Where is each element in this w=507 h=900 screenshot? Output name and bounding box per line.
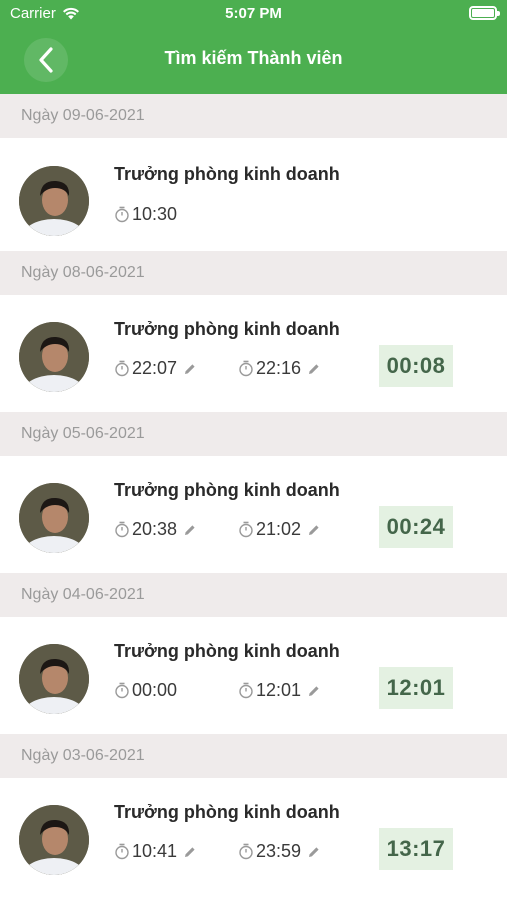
check-out-time: 12:01 (256, 680, 302, 700)
duration-badge: 13:17 (379, 828, 453, 870)
list-item[interactable]: Trưởng phòng kinh doanh 10:41 23:59 13:1… (0, 778, 507, 895)
page-title: Tìm kiếm Thành viên (164, 48, 343, 68)
status-bar: Carrier 5:07 PM (0, 0, 507, 28)
check-in-time: 00:00 (132, 680, 178, 700)
list-item[interactable]: Trưởng phòng kinh doanh 22:07 22:16 00:0… (0, 295, 507, 412)
pencil-icon[interactable] (308, 685, 320, 697)
avatar (19, 805, 89, 875)
check-in-time: 22:07 (132, 358, 178, 378)
member-name: Trưởng phòng kinh doanh (114, 319, 340, 339)
pencil-icon[interactable] (184, 363, 196, 375)
check-in: 20:38 (114, 519, 238, 540)
stopwatch-icon (115, 360, 129, 377)
check-in: 10:30 (114, 204, 238, 225)
attendance-list: Ngày 09-06-2021 Trưởng phòng kinh doanh … (0, 94, 507, 895)
stopwatch-icon (115, 521, 129, 538)
check-out: 22:16 (238, 358, 362, 379)
avatar (19, 644, 89, 714)
duration-badge: 12:01 (379, 667, 453, 709)
pencil-icon[interactable] (308, 846, 320, 858)
member-name: Trưởng phòng kinh doanh (114, 480, 340, 500)
nav-bar: Tìm kiếm Thành viên (0, 28, 507, 94)
stopwatch-icon (239, 360, 253, 377)
date-header: Ngày 09-06-2021 (0, 94, 507, 138)
pencil-icon[interactable] (308, 524, 320, 536)
time-row: 22:07 22:16 (114, 358, 362, 379)
avatar (19, 166, 89, 236)
time-row: 20:38 21:02 (114, 519, 362, 540)
duration-badge: 00:24 (379, 506, 453, 548)
list-item[interactable]: Trưởng phòng kinh doanh 00:00 12:01 12:0… (0, 617, 507, 734)
date-header: Ngày 04-06-2021 (0, 573, 507, 617)
date-header: Ngày 05-06-2021 (0, 412, 507, 456)
list-item[interactable]: Trưởng phòng kinh doanh 10:30 (0, 138, 507, 251)
stopwatch-icon (239, 682, 253, 699)
check-out: 21:02 (238, 519, 362, 540)
check-in: 00:00 (114, 680, 238, 701)
stopwatch-icon (115, 206, 129, 223)
pencil-icon[interactable] (184, 524, 196, 536)
check-in-time: 10:30 (132, 204, 178, 224)
status-time: 5:07 PM (225, 5, 282, 22)
date-header: Ngày 08-06-2021 (0, 251, 507, 295)
avatar (19, 483, 89, 553)
pencil-icon[interactable] (308, 363, 320, 375)
time-row: 10:30 (114, 204, 238, 225)
stopwatch-icon (239, 843, 253, 860)
list-item[interactable]: Trưởng phòng kinh doanh 20:38 21:02 00:2… (0, 456, 507, 573)
time-row: 00:00 12:01 (114, 680, 362, 701)
check-in: 10:41 (114, 841, 238, 862)
duration-badge: 00:08 (379, 345, 453, 387)
check-out: 12:01 (238, 680, 362, 701)
avatar (19, 322, 89, 392)
check-in: 22:07 (114, 358, 238, 379)
check-in-time: 20:38 (132, 519, 178, 539)
member-name: Trưởng phòng kinh doanh (114, 164, 340, 184)
check-out-time: 23:59 (256, 841, 302, 861)
member-name: Trưởng phòng kinh doanh (114, 641, 340, 661)
time-row: 10:41 23:59 (114, 841, 362, 862)
check-out-time: 22:16 (256, 358, 302, 378)
date-header: Ngày 03-06-2021 (0, 734, 507, 778)
pencil-icon[interactable] (184, 846, 196, 858)
stopwatch-icon (239, 521, 253, 538)
check-out-time: 21:02 (256, 519, 302, 539)
check-out: 23:59 (238, 841, 362, 862)
battery-icon (469, 6, 500, 20)
check-in-time: 10:41 (132, 841, 178, 861)
stopwatch-icon (115, 843, 129, 860)
member-name: Trưởng phòng kinh doanh (114, 802, 340, 822)
stopwatch-icon (115, 682, 129, 699)
